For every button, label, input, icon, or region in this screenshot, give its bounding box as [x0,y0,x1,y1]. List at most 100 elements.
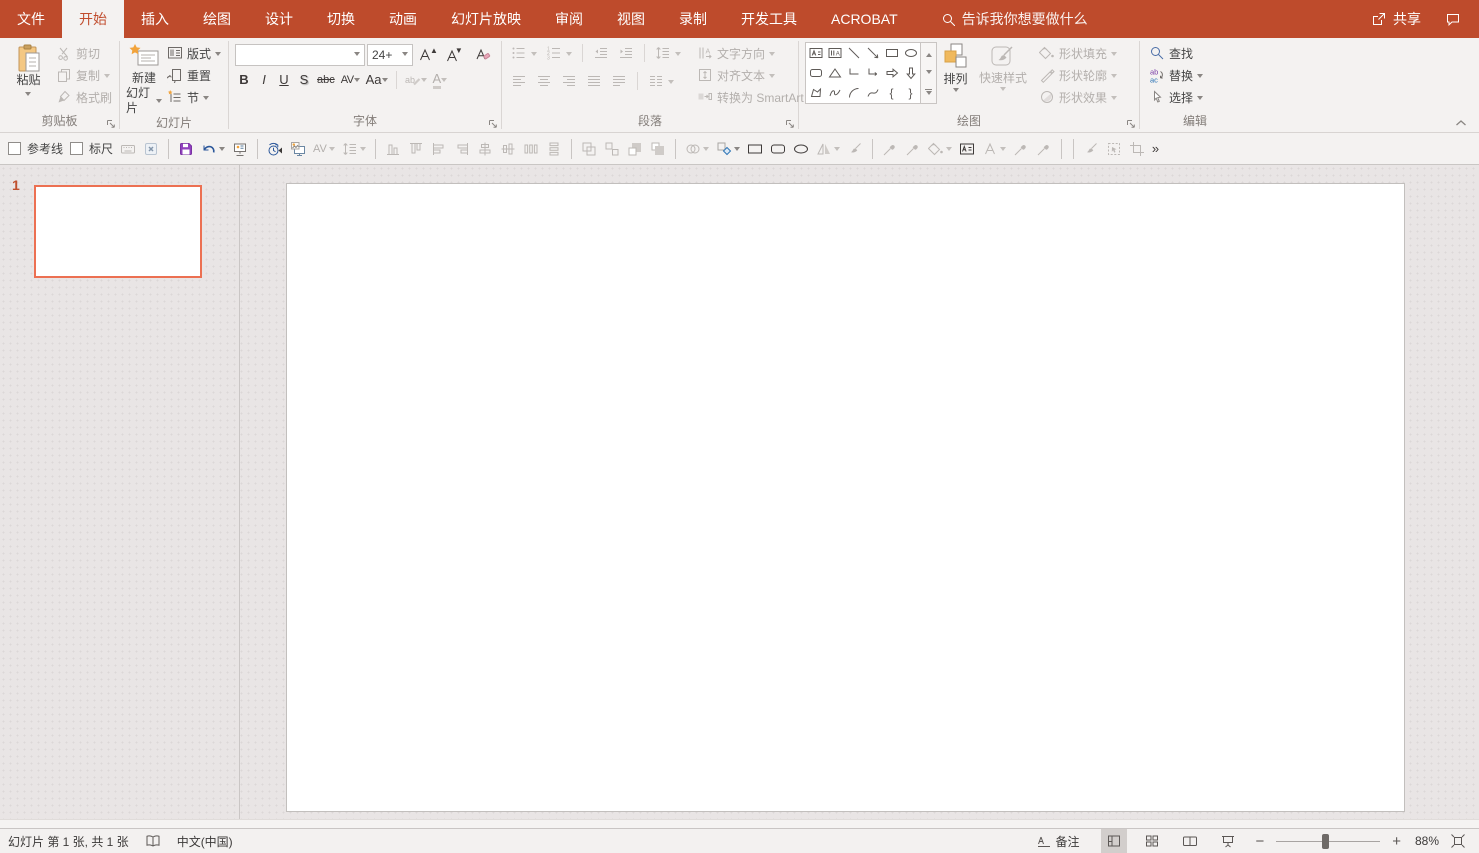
rehearse-timings-button[interactable] [267,141,283,157]
justify-button[interactable] [583,70,605,92]
align-objects-left-button[interactable] [431,141,447,157]
shape-triangle-tool[interactable] [825,63,844,83]
ungroup-objects-button[interactable] [604,141,620,157]
character-spacing-button[interactable]: AV [339,69,362,91]
paste-dropdown[interactable] [25,92,32,99]
italic-button[interactable]: I [255,69,273,91]
replace-button[interactable]: 替换 [1146,64,1206,86]
select-objects-button[interactable] [1106,141,1122,157]
zoom-percent[interactable]: 88% [1405,834,1445,848]
shape-effects-button[interactable]: 形状效果 [1036,86,1120,108]
delete-ink-button[interactable] [143,141,159,157]
eyedropper-outline-button[interactable] [905,141,921,157]
view-normal-button[interactable] [1101,829,1128,853]
shape-text-box-tool[interactable] [806,43,825,63]
align-middle-vertical-button[interactable] [500,141,516,157]
start-slideshow-button[interactable] [232,141,248,157]
format-painter-button[interactable]: 格式刷 [53,86,115,108]
shape-right-arrow-tool[interactable] [882,63,901,83]
send-backward-button[interactable] [650,141,666,157]
grow-font-button[interactable]: ▲ [415,44,440,66]
clipboard-dialog-launcher[interactable] [106,119,116,129]
gallery-more-button[interactable] [921,83,936,103]
edit-shape-button[interactable] [716,141,740,157]
qat-font-color-button[interactable] [982,141,1006,157]
copy-button[interactable]: 复制 [53,64,115,86]
reset-button[interactable]: 重置 [164,64,224,86]
align-center-horizontal-button[interactable] [477,141,493,157]
shrink-font-button[interactable]: ▼ [442,44,465,66]
bring-forward-button[interactable] [627,141,643,157]
tab-draw[interactable]: 绘图 [186,0,248,38]
font-color-button[interactable]: A [431,69,450,91]
undo-button[interactable] [201,141,226,157]
view-reading-button[interactable] [1177,829,1203,853]
shape-down-arrow-tool[interactable] [901,63,920,83]
horizontal-scrollbar-strip[interactable] [0,819,1479,828]
collapse-ribbon-button[interactable] [1455,118,1467,127]
change-case-button[interactable]: Aa [364,69,390,91]
rounded-rectangle-tool-button[interactable] [770,141,786,157]
shape-elbow-arrow-connector-tool[interactable] [863,63,882,83]
shape-left-brace-tool[interactable]: { [882,83,901,103]
gallery-scroll-up[interactable] [921,43,936,63]
tab-acrobat[interactable]: ACROBAT [814,0,915,38]
zoom-out-button[interactable]: − [1251,833,1268,850]
clear-formatting-button[interactable] [473,44,493,66]
gallery-scroll-down[interactable] [921,63,936,83]
zoom-in-button[interactable]: + [1388,833,1405,850]
align-objects-right-button[interactable] [454,141,470,157]
shape-scribble-tool[interactable] [825,83,844,103]
crop-button[interactable] [1129,141,1145,157]
guides-checkbox[interactable]: 参考线 [8,140,63,157]
layout-button[interactable]: 版式 [164,42,224,64]
tab-home[interactable]: 开始 [62,0,124,38]
ink-tools-button[interactable] [847,141,863,157]
font-dialog-launcher[interactable] [488,119,498,129]
slide-1-editing-surface[interactable] [286,183,1405,812]
group-objects-button[interactable] [581,141,597,157]
qat-format-painter-button[interactable] [1083,141,1099,157]
shape-arrow-tool[interactable] [863,43,882,63]
shape-outline-button[interactable]: 形状轮廓 [1036,64,1120,86]
highlighter-tool-button[interactable] [1036,141,1052,157]
tab-insert[interactable]: 插入 [124,0,186,38]
align-left-button[interactable] [508,70,530,92]
drawing-dialog-launcher[interactable] [1126,119,1136,129]
section-button[interactable]: 节 [164,86,224,108]
font-name-combo[interactable] [235,43,365,66]
distribute-vertically-button[interactable] [546,141,562,157]
tab-animations[interactable]: 动画 [372,0,434,38]
shape-fill-button[interactable]: 形状填充 [1036,42,1120,64]
qat-character-spacing-button[interactable]: AV [313,143,335,155]
slide-thumbnail-1[interactable] [34,185,202,278]
zoom-slider-handle[interactable] [1321,833,1329,849]
shape-rectangle-tool[interactable] [882,43,901,63]
tab-record[interactable]: 录制 [662,0,724,38]
tab-slideshow[interactable]: 幻灯片放映 [434,0,538,38]
guides-checkbox-box[interactable] [8,142,21,155]
numbering-button[interactable] [543,42,575,64]
slide-counter[interactable]: 幻灯片 第 1 张, 共 1 张 [8,829,137,853]
line-spacing-button[interactable] [652,42,684,64]
ruler-checkbox[interactable]: 标尺 [70,140,113,157]
shape-rounded-rectangle-tool[interactable] [806,63,825,83]
language-status[interactable]: 中文(中国) [169,829,241,853]
arrange-button[interactable]: 排列 [937,42,974,95]
share-button[interactable]: 共享 [1371,9,1421,29]
tab-developer[interactable]: 开发工具 [724,0,814,38]
new-slide-button[interactable]: 新建 幻灯片 [126,42,162,116]
merge-shapes-button[interactable] [685,141,709,157]
strikethrough-button[interactable]: abc [315,69,337,91]
save-button[interactable] [178,141,194,157]
align-right-button[interactable] [558,70,580,92]
select-button[interactable]: 选择 [1146,86,1206,108]
ruler-checkbox-box[interactable] [70,142,84,155]
comments-icon[interactable] [1445,11,1461,27]
eyedropper-fill-button[interactable] [882,141,898,157]
bullets-button[interactable] [508,42,540,64]
increase-indent-button[interactable] [615,42,637,64]
text-shadow-button[interactable]: S [295,69,313,91]
find-button[interactable]: 查找 [1146,42,1196,64]
qat-text-box-button[interactable] [959,141,975,157]
